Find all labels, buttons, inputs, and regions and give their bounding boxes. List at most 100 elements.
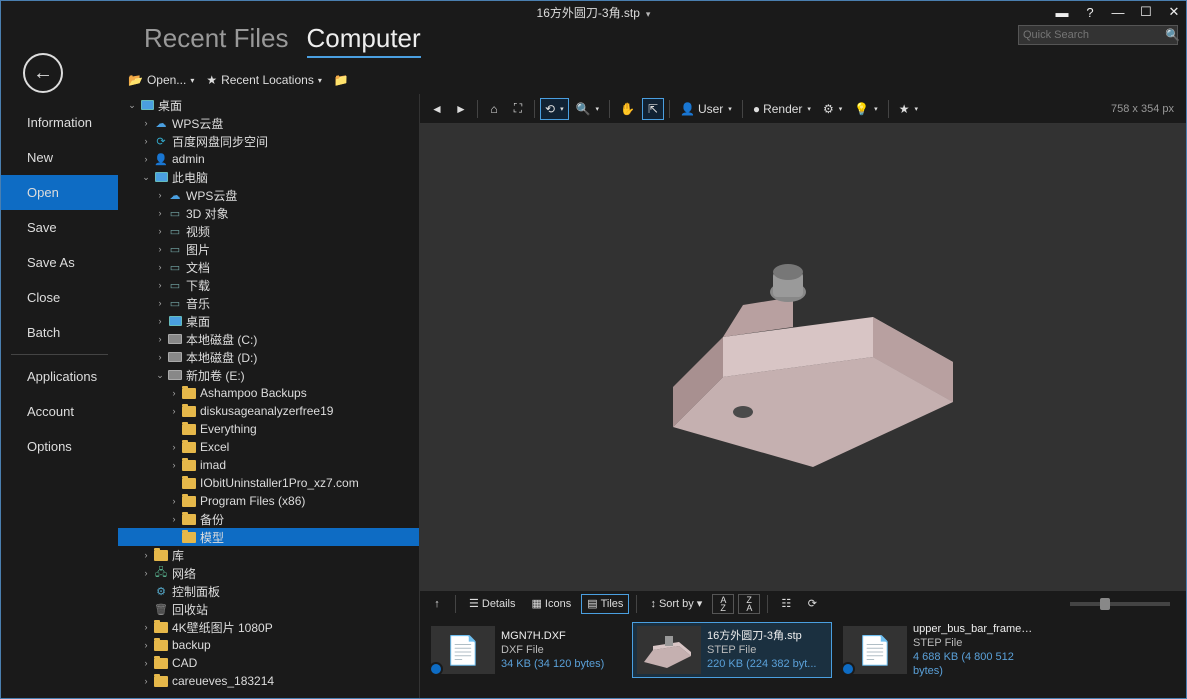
tree-node[interactable]: ›☁WPS云盘: [118, 186, 419, 204]
expand-arrow-icon[interactable]: ›: [154, 280, 166, 290]
expand-arrow-icon[interactable]: ›: [140, 568, 152, 578]
open-folder-button[interactable]: 📂 Open...▾: [124, 71, 198, 89]
folder-tree[interactable]: ⌄桌面›☁WPS云盘›⟳百度网盘同步空间›👤admin⌄此电脑›☁WPS云盘›▭…: [118, 94, 420, 698]
file-tile[interactable]: 📄MGN7H.DXFDXF File34 KB (34 120 bytes): [426, 622, 626, 678]
expand-arrow-icon[interactable]: ›: [168, 460, 180, 470]
tab-recent-files[interactable]: Recent Files: [144, 23, 289, 54]
sidebar-item-close[interactable]: Close: [1, 280, 118, 315]
tree-node[interactable]: ›▭图片: [118, 240, 419, 258]
tree-node[interactable]: ›☁WPS云盘: [118, 114, 419, 132]
nav-forward-button[interactable]: ►: [450, 98, 472, 120]
tree-node[interactable]: ›diskusageanalyzerfree19: [118, 402, 419, 420]
tree-node[interactable]: ›桌面: [118, 312, 419, 330]
sidebar-item-save[interactable]: Save: [1, 210, 118, 245]
render-dropdown[interactable]: ● Render▾: [748, 98, 816, 120]
tree-node[interactable]: ›▭音乐: [118, 294, 419, 312]
expand-arrow-icon[interactable]: ›: [140, 658, 152, 668]
tree-node[interactable]: ⌄桌面: [118, 96, 419, 114]
select-icon[interactable]: ⇱: [642, 98, 664, 120]
expand-arrow-icon[interactable]: ›: [168, 442, 180, 452]
tree-node[interactable]: Everything: [118, 420, 419, 438]
tree-node[interactable]: ›Ashampoo Backups: [118, 384, 419, 402]
tree-node[interactable]: ›backup: [118, 636, 419, 654]
tab-computer[interactable]: Computer: [307, 23, 421, 58]
expand-arrow-icon[interactable]: ›: [140, 136, 152, 146]
up-button[interactable]: ↑: [426, 594, 448, 614]
tree-node[interactable]: IObitUninstaller1Pro_xz7.com: [118, 474, 419, 492]
view-icons-button[interactable]: ▦ Icons: [526, 594, 578, 614]
tree-node[interactable]: ›CAD: [118, 654, 419, 672]
pan-icon[interactable]: ✋: [615, 98, 640, 120]
expand-arrow-icon[interactable]: ›: [154, 208, 166, 218]
tree-node[interactable]: 🗑回收站: [118, 600, 419, 618]
zoom-icon[interactable]: 🔍▾: [571, 98, 604, 120]
expand-arrow-icon[interactable]: ›: [154, 262, 166, 272]
up-folder-button[interactable]: 📁: [330, 71, 353, 89]
tree-node[interactable]: ›本地磁盘 (C:): [118, 330, 419, 348]
tree-node[interactable]: 模型: [118, 528, 419, 546]
tree-node[interactable]: ›▭下载: [118, 276, 419, 294]
sidebar-item-new[interactable]: New: [1, 140, 118, 175]
expand-arrow-icon[interactable]: ›: [140, 622, 152, 632]
settings-icon[interactable]: ⚙▾: [818, 98, 847, 120]
tree-node[interactable]: ›4K壁纸图片 1080P: [118, 618, 419, 636]
sort-za-button[interactable]: ZA: [738, 594, 760, 614]
tree-node[interactable]: ›备份: [118, 510, 419, 528]
expand-arrow-icon[interactable]: ›: [168, 514, 180, 524]
expand-arrow-icon[interactable]: ›: [140, 154, 152, 164]
recent-locations-button[interactable]: ★ Recent Locations▾: [202, 71, 326, 89]
expand-arrow-icon[interactable]: ›: [140, 118, 152, 128]
expand-arrow-icon[interactable]: ›: [154, 244, 166, 254]
close-icon[interactable]: ✕: [1166, 4, 1182, 20]
tree-node[interactable]: ›库: [118, 546, 419, 564]
expand-arrow-icon[interactable]: ›: [154, 334, 166, 344]
user-dropdown[interactable]: 👤 User▾: [675, 98, 737, 120]
sidebar-item-account[interactable]: Account: [1, 394, 118, 429]
tree-node[interactable]: ›imad: [118, 456, 419, 474]
view-details-button[interactable]: ☰ Details: [463, 594, 522, 614]
expand-arrow-icon[interactable]: ›: [140, 550, 152, 560]
expand-arrow-icon[interactable]: ›: [140, 640, 152, 650]
expand-arrow-icon[interactable]: ›: [154, 298, 166, 308]
favorite-icon[interactable]: ★▾: [894, 98, 923, 120]
tree-node[interactable]: ›👤admin: [118, 150, 419, 168]
nav-back-button[interactable]: ◄: [426, 98, 448, 120]
tree-node[interactable]: ⌄新加卷 (E:): [118, 366, 419, 384]
bulb-icon[interactable]: 💡▾: [849, 98, 882, 120]
tree-node[interactable]: ⚙控制面板: [118, 582, 419, 600]
file-tile[interactable]: 📄upper_bus_bar_frame_1.stpSTEP File4 688…: [838, 622, 1038, 678]
back-button[interactable]: ←: [23, 53, 63, 93]
fit-icon[interactable]: ⛶: [507, 98, 529, 120]
expand-arrow-icon[interactable]: ›: [140, 676, 152, 686]
rotate-icon[interactable]: ⟲▾: [540, 98, 569, 120]
file-tile[interactable]: 16方外圆刀-3角.stpSTEP File220 KB (224 382 by…: [632, 622, 832, 678]
expand-arrow-icon[interactable]: ›: [154, 226, 166, 236]
maximize-icon[interactable]: ☐: [1138, 4, 1154, 20]
thumbnail-size-slider[interactable]: [1070, 602, 1170, 606]
sidebar-item-options[interactable]: Options: [1, 429, 118, 464]
tree-node[interactable]: ⌄此电脑: [118, 168, 419, 186]
sort-az-button[interactable]: AZ: [712, 594, 734, 614]
refresh-icon[interactable]: ⟳: [801, 594, 823, 614]
tree-node[interactable]: ›🖧网络: [118, 564, 419, 582]
sort-by-button[interactable]: ↕ Sort by▾: [644, 594, 708, 614]
sidebar-item-information[interactable]: Information: [1, 105, 118, 140]
tree-node[interactable]: ›▭视频: [118, 222, 419, 240]
expand-arrow-icon[interactable]: ⌄: [140, 172, 152, 183]
expand-arrow-icon[interactable]: ›: [168, 406, 180, 416]
expand-arrow-icon[interactable]: ›: [168, 496, 180, 506]
tree-node[interactable]: ›本地磁盘 (D:): [118, 348, 419, 366]
tree-node[interactable]: ›Program Files (x86): [118, 492, 419, 510]
sidebar-item-batch[interactable]: Batch: [1, 315, 118, 350]
tree-node[interactable]: ›▭文档: [118, 258, 419, 276]
sidebar-item-open[interactable]: Open: [1, 175, 118, 210]
expand-arrow-icon[interactable]: ›: [168, 388, 180, 398]
sidebar-item-save-as[interactable]: Save As: [1, 245, 118, 280]
chat-icon[interactable]: ▬: [1054, 4, 1070, 20]
tree-node[interactable]: ›careueves_183214: [118, 672, 419, 690]
preview-viewport[interactable]: [420, 124, 1186, 590]
sidebar-item-applications[interactable]: Applications: [1, 359, 118, 394]
tree-node[interactable]: ›▭3D 对象: [118, 204, 419, 222]
filter-button[interactable]: ☷: [775, 594, 797, 614]
expand-arrow-icon[interactable]: ›: [154, 352, 166, 362]
